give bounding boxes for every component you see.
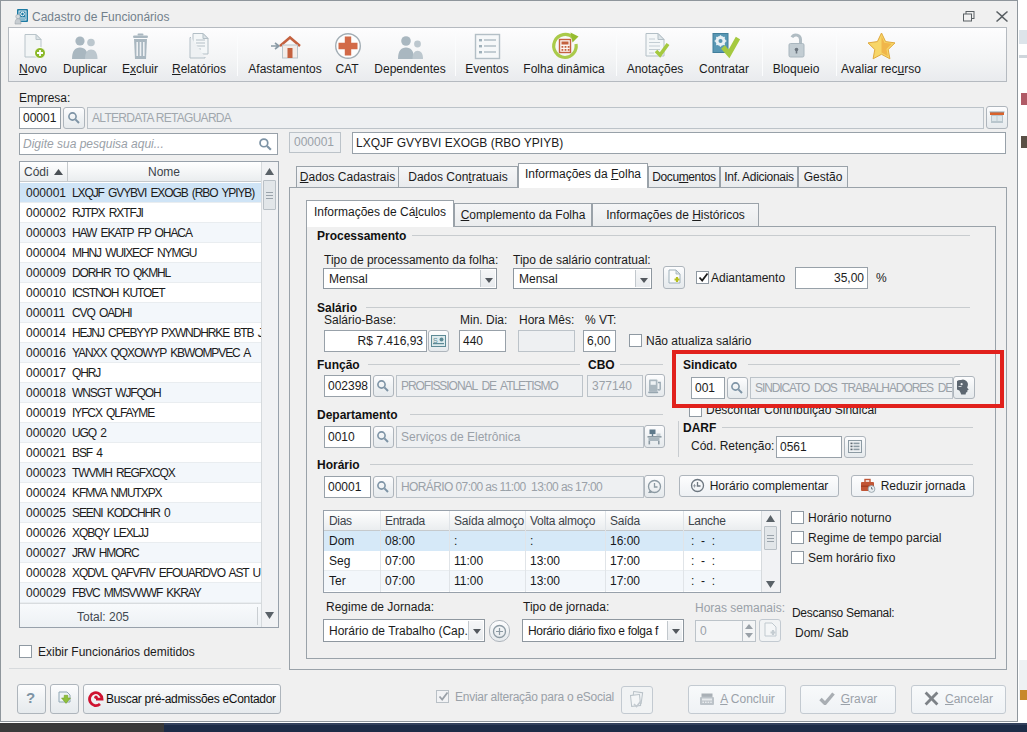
svg-text:S: S: [433, 337, 438, 344]
